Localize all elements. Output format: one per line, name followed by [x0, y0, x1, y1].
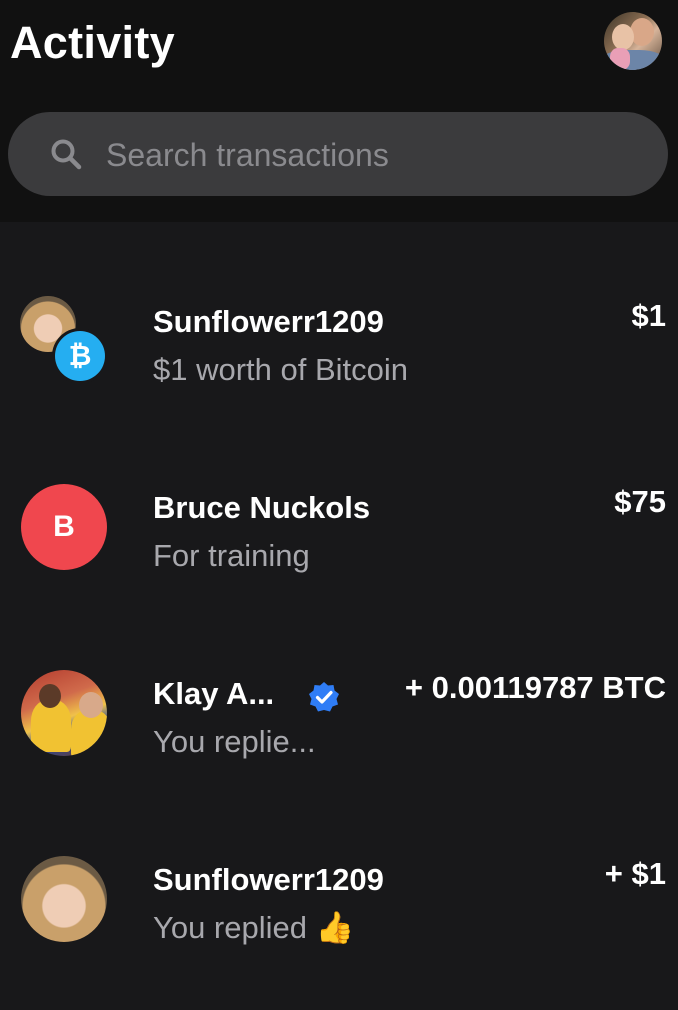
search-bar[interactable]: Search transactions: [8, 112, 668, 196]
transaction-description: You replied 👍: [153, 910, 355, 945]
transaction-amount: $1: [631, 298, 666, 333]
transaction-row[interactable]: ₿ Sunflowerr1209 $1 worth of Bitcoin $1: [0, 296, 678, 452]
transaction-row[interactable]: Sunflowerr1209 You replied 👍 + $1: [0, 856, 678, 1010]
avatar: [21, 670, 107, 756]
transaction-amount: $75: [614, 484, 666, 519]
transaction-description: You replie...: [153, 724, 316, 759]
transaction-amount: + $1: [604, 856, 666, 891]
transaction-name: Bruce Nuckols: [153, 490, 371, 525]
verified-icon: [309, 682, 339, 712]
page-title: Activity: [10, 17, 175, 68]
transaction-description: For training: [153, 538, 310, 573]
transaction-name: Klay A...: [153, 676, 275, 711]
bitcoin-badge-icon: ₿: [52, 328, 108, 384]
transaction-name: Sunflowerr1209: [153, 304, 384, 339]
transaction-description: $1 worth of Bitcoin: [153, 352, 409, 387]
avatar-letter: B: [53, 510, 75, 543]
search-icon: [51, 139, 82, 170]
transaction-row[interactable]: Klay A... You replie... + 0.00119787 BTC: [0, 670, 678, 824]
avatar: B: [21, 484, 107, 570]
header: Activity Search transactions: [0, 0, 678, 222]
transaction-row[interactable]: B Bruce Nuckols For training $75: [0, 484, 678, 638]
transaction-amount: + 0.00119787 BTC: [404, 670, 666, 705]
transaction-name: Sunflowerr1209: [153, 862, 384, 897]
avatar: [21, 856, 107, 942]
search-placeholder: Search transactions: [106, 137, 389, 173]
profile-avatar[interactable]: [604, 12, 662, 70]
